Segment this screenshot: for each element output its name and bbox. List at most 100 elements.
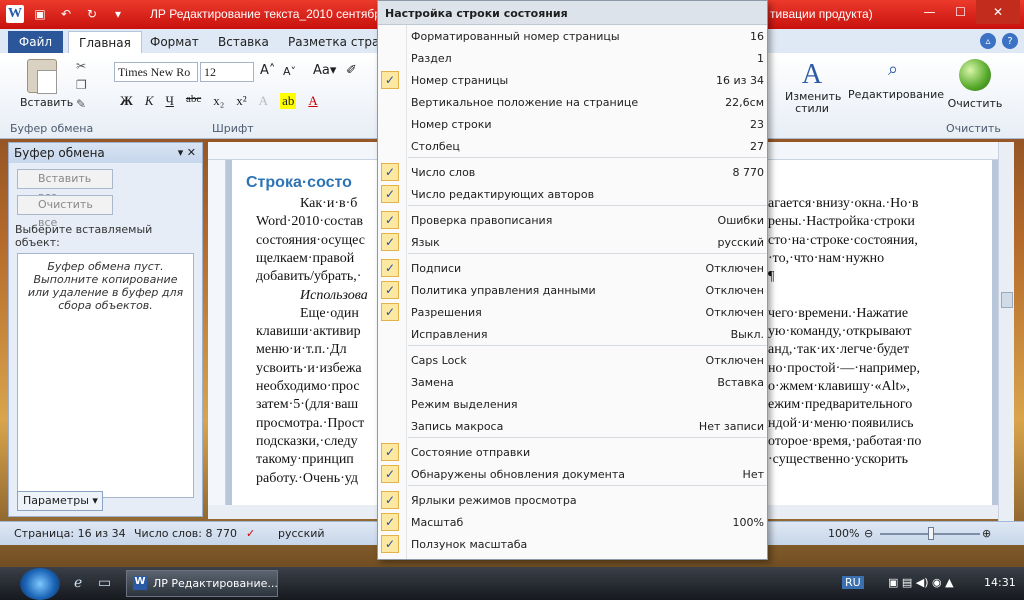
- status-words[interactable]: Число слов: 8 770: [134, 527, 237, 540]
- tab-format[interactable]: Формат: [140, 31, 209, 53]
- checkmark-icon: ✓: [381, 513, 399, 531]
- save-icon[interactable]: ▣: [30, 4, 50, 24]
- paste-button[interactable]: Вставить: [20, 59, 74, 109]
- tray-icons[interactable]: ▣ ▤ ◀) ◉ ▲: [888, 576, 954, 589]
- font-color-icon[interactable]: A: [308, 93, 317, 109]
- context-menu-item[interactable]: ✓ Проверка правописания Ошибки: [378, 209, 767, 231]
- minimize-button[interactable]: —: [914, 0, 945, 24]
- context-menu-item[interactable]: ✓ Состояние отправки: [378, 441, 767, 463]
- doc-line: усвоить·и·избежа: [256, 360, 362, 376]
- context-menu-item[interactable]: Форматированный номер страницы 16: [378, 25, 767, 47]
- font-name-combo[interactable]: Times New Ro: [114, 62, 198, 82]
- pane-close-icon[interactable]: ✕: [187, 146, 196, 159]
- context-menu-item[interactable]: ✓ Масштаб 100%: [378, 511, 767, 533]
- underline-button[interactable]: Ч: [166, 93, 174, 109]
- maximize-button[interactable]: ☐: [945, 0, 976, 24]
- grow-font-icon[interactable]: A˄: [260, 63, 275, 78]
- start-button[interactable]: [20, 568, 60, 600]
- binoculars-icon: ⌕: [887, 59, 899, 80]
- context-menu-item[interactable]: ✓ Обнаружены обновления документа Нет: [378, 463, 767, 485]
- context-menu-item[interactable]: ✓ Политика управления данными Отключен: [378, 279, 767, 301]
- tab-home[interactable]: Главная: [68, 31, 142, 53]
- paste-all-button[interactable]: Вставить все: [17, 169, 113, 203]
- word-task-icon: W: [133, 576, 147, 590]
- context-menu-item[interactable]: Замена Вставка: [378, 371, 767, 393]
- styles-label: Изменить стили: [785, 90, 842, 115]
- context-menu-item[interactable]: ✓ Язык русский: [378, 231, 767, 253]
- params-button[interactable]: Параметры ▾: [17, 491, 103, 511]
- ie-icon[interactable]: ℯ: [74, 575, 82, 591]
- spellcheck-icon[interactable]: ✓: [246, 527, 255, 540]
- paste-label: Вставить: [20, 96, 74, 109]
- context-menu-item[interactable]: ✓ Разрешения Отключен: [378, 301, 767, 323]
- context-menu-item[interactable]: ✓ Ползунок масштаба: [378, 533, 767, 555]
- minimize-ribbon-icon[interactable]: ▵: [980, 33, 996, 49]
- doc-line-right: чего·времени.·Нажатие: [768, 305, 909, 321]
- show-desktop-icon[interactable]: ▭: [98, 575, 111, 591]
- undo-icon[interactable]: ↶: [56, 4, 76, 24]
- clock[interactable]: 14:31: [984, 576, 1016, 589]
- italic-button[interactable]: К: [145, 93, 154, 109]
- context-menu-item[interactable]: ✓ Число редактирующих авторов: [378, 183, 767, 205]
- taskbar-word-button[interactable]: W ЛР Редактирование...: [126, 570, 278, 597]
- context-menu-item[interactable]: Вертикальное положение на странице 22,6см: [378, 91, 767, 113]
- doc-line-right: ую·команду,·открывают: [768, 324, 912, 340]
- pane-menu-icon[interactable]: ▾: [178, 146, 184, 159]
- subscript-button[interactable]: x₂: [213, 93, 224, 109]
- superscript-button[interactable]: x²: [236, 93, 246, 109]
- doc-line: Как·и·в·б: [300, 196, 358, 211]
- help-icon[interactable]: ?: [1002, 33, 1018, 49]
- bold-button[interactable]: Ж: [120, 93, 133, 109]
- text-effects-icon[interactable]: A: [259, 93, 268, 109]
- context-menu-item[interactable]: Режим выделения: [378, 393, 767, 415]
- strikethrough-button[interactable]: abc: [186, 93, 201, 109]
- status-language[interactable]: русский: [278, 527, 325, 540]
- scroll-thumb[interactable]: [1001, 292, 1013, 308]
- context-menu-item[interactable]: Caps Lock Отключен: [378, 349, 767, 371]
- menu-item-value: Нет записи: [698, 419, 764, 433]
- zoom-in-icon[interactable]: ⊕: [982, 527, 991, 540]
- change-case-icon[interactable]: Aa▾: [313, 63, 336, 78]
- qat-customize-icon[interactable]: ▾: [108, 4, 128, 24]
- status-zoom[interactable]: 100%: [828, 527, 859, 540]
- change-styles-button[interactable]: A Изменить стили: [785, 59, 842, 115]
- context-menu-item[interactable]: ✓ Число слов 8 770: [378, 161, 767, 183]
- clear-button-label: Очистить: [947, 97, 1003, 110]
- menu-item-label: Масштаб: [411, 515, 464, 529]
- context-menu-item[interactable]: ✓ Ярлыки режимов просмотра: [378, 489, 767, 511]
- menu-item-label: Политика управления данными: [411, 283, 596, 297]
- copy-icon[interactable]: ❐: [76, 78, 87, 92]
- vertical-ruler[interactable]: [208, 160, 226, 505]
- zoom-slider-thumb[interactable]: [928, 527, 934, 540]
- highlight-icon[interactable]: ab: [280, 93, 297, 109]
- context-menu-item[interactable]: ✓ Номер страницы 16 из 34: [378, 69, 767, 91]
- context-menu-item[interactable]: Запись макроса Нет записи: [378, 415, 767, 437]
- clear-format-icon[interactable]: ✐: [346, 63, 357, 78]
- context-menu-item[interactable]: Раздел 1: [378, 47, 767, 69]
- context-menu-item[interactable]: ✓ Подписи Отключен: [378, 257, 767, 279]
- context-menu-item[interactable]: Исправления Выкл.: [378, 323, 767, 345]
- context-menu-item[interactable]: Столбец 27: [378, 135, 767, 157]
- tab-insert[interactable]: Вставка: [208, 31, 279, 53]
- font-size-combo[interactable]: 12: [200, 62, 254, 82]
- editing-button[interactable]: ⌕ Редактирование: [848, 59, 944, 101]
- close-button[interactable]: ✕: [976, 0, 1020, 24]
- doc-heading: Строка·состо: [246, 174, 352, 191]
- tab-file[interactable]: Файл: [8, 31, 63, 53]
- clear-button[interactable]: Очистить: [945, 59, 1005, 110]
- doc-line: добавить/убрать,·: [256, 269, 362, 285]
- doc-line-right: ¶: [768, 269, 775, 285]
- vertical-scrollbar[interactable]: [998, 142, 1014, 522]
- language-indicator[interactable]: RU: [842, 576, 864, 589]
- shrink-font-icon[interactable]: A˅: [283, 65, 296, 78]
- word-app-icon[interactable]: W: [6, 5, 24, 23]
- menu-item-label: Язык: [411, 235, 440, 249]
- status-page[interactable]: Страница: 16 из 34: [14, 527, 126, 540]
- format-painter-icon[interactable]: ✎: [76, 97, 87, 111]
- redo-icon[interactable]: ↻: [82, 4, 102, 24]
- doc-line: просмотра.·Прост: [256, 415, 365, 431]
- cut-icon[interactable]: ✂: [76, 59, 87, 73]
- context-menu-item[interactable]: Номер строки 23: [378, 113, 767, 135]
- zoom-out-icon[interactable]: ⊖: [864, 527, 873, 540]
- clear-all-button[interactable]: Очистить все: [17, 195, 113, 229]
